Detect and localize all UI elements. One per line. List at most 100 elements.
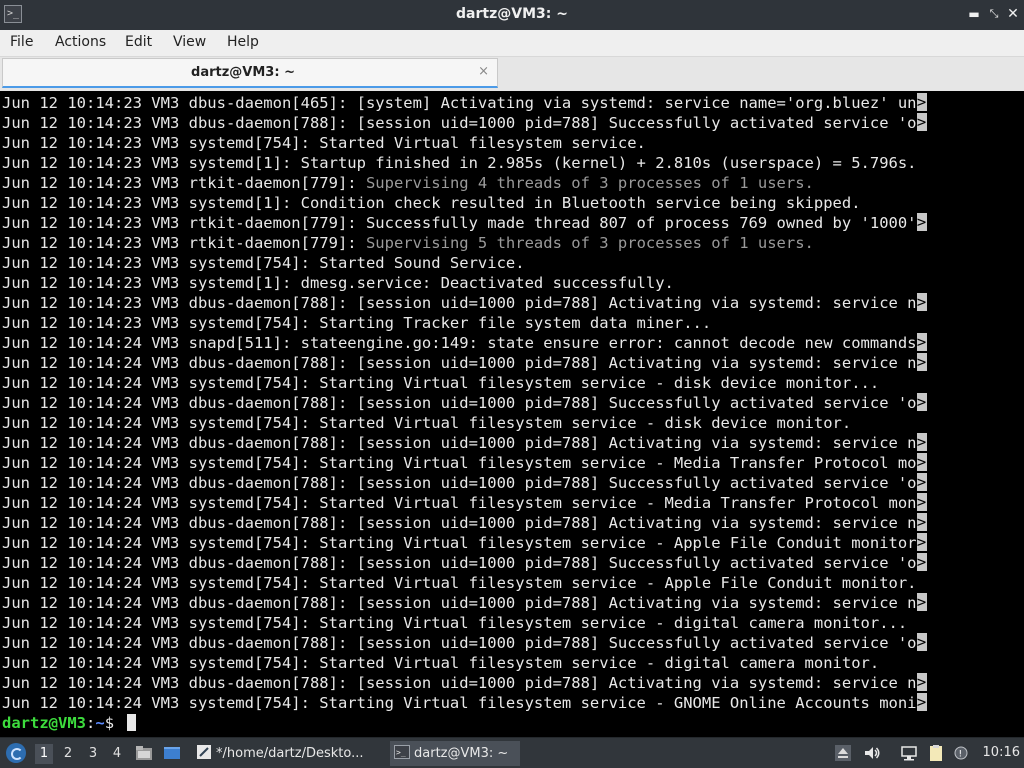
terminal-line-text: Jun 12 10:14:23 VM3 systemd[1]: Startup … <box>2 154 917 172</box>
terminal-line: Jun 12 10:14:24 VM3 dbus-daemon[788]: [s… <box>2 553 927 573</box>
show-desktop-icon[interactable] <box>163 744 181 762</box>
terminal-line-text: Jun 12 10:14:23 VM3 systemd[1]: dmesg.se… <box>2 274 674 292</box>
terminal-line: Jun 12 10:14:24 VM3 systemd[754]: Starte… <box>2 413 927 433</box>
menu-file[interactable]: File <box>10 34 33 50</box>
menu-actions[interactable]: Actions <box>55 34 106 50</box>
terminal-line-text: Jun 12 10:14:24 VM3 systemd[754]: Starte… <box>2 494 917 512</box>
terminal-line: Jun 12 10:14:23 VM3 systemd[754]: Starte… <box>2 133 927 153</box>
taskbar-clock[interactable]: 10:16 <box>983 745 1020 760</box>
menu-view[interactable]: View <box>173 34 206 50</box>
terminal-line-text: Jun 12 10:14:24 VM3 dbus-daemon[788]: [s… <box>2 674 917 692</box>
terminal-line-text: Jun 12 10:14:23 VM3 systemd[754]: Starte… <box>2 254 525 272</box>
tab-close-icon[interactable]: × <box>478 64 489 79</box>
terminal-line-text: Jun 12 10:14:24 VM3 systemd[754]: Starti… <box>2 614 908 632</box>
prompt-path: ~ <box>95 714 105 732</box>
terminal-line: Jun 12 10:14:24 VM3 systemd[754]: Starti… <box>2 613 927 633</box>
line-truncated-marker: > <box>916 393 927 411</box>
terminal-line: Jun 12 10:14:23 VM3 dbus-daemon[465]: [s… <box>2 93 927 113</box>
prompt-line[interactable]: dartz@VM3:~$ <box>2 713 927 733</box>
tab-label: dartz@VM3: ~ <box>191 65 295 80</box>
terminal-line: Jun 12 10:14:24 VM3 systemd[754]: Starti… <box>2 373 927 393</box>
svg-text:>_: >_ <box>396 748 406 757</box>
line-truncated-marker: > <box>916 473 927 491</box>
terminal-line-text: Jun 12 10:14:23 VM3 systemd[754]: Starti… <box>2 314 712 332</box>
menu-edit[interactable]: Edit <box>125 34 152 50</box>
terminal-lines: Jun 12 10:14:23 VM3 dbus-daemon[465]: [s… <box>2 93 927 733</box>
terminal-line-text: Jun 12 10:14:24 VM3 systemd[754]: Starti… <box>2 374 880 392</box>
tab-bar: dartz@VM3: ~ × <box>0 57 1024 91</box>
maximize-icon[interactable]: ⤡ <box>986 6 1002 22</box>
taskbar-task-terminal[interactable]: >_ dartz@VM3: ~ <box>390 741 520 766</box>
terminal-line: Jun 12 10:14:24 VM3 dbus-daemon[788]: [s… <box>2 353 927 373</box>
text-cursor <box>127 714 137 731</box>
terminal-line: Jun 12 10:14:24 VM3 dbus-daemon[788]: [s… <box>2 673 927 693</box>
taskbar-task-label: dartz@VM3: ~ <box>414 746 509 761</box>
line-truncated-marker: > <box>916 293 927 311</box>
terminal-line-text: Jun 12 10:14:24 VM3 systemd[754]: Starte… <box>2 654 880 672</box>
tab-terminal[interactable]: dartz@VM3: ~ × <box>2 58 498 88</box>
volume-icon[interactable] <box>863 744 881 762</box>
svg-text:!: ! <box>959 750 963 760</box>
terminal-line-text: Jun 12 10:14:24 VM3 systemd[754]: Starti… <box>2 534 917 552</box>
minimize-icon[interactable]: ▬ <box>966 6 982 22</box>
prompt-user: dartz@VM3 <box>2 714 86 732</box>
prompt-separator: : <box>86 714 96 732</box>
line-truncated-marker: > <box>916 593 927 611</box>
terminal-line: Jun 12 10:14:23 VM3 systemd[754]: Starti… <box>2 313 927 333</box>
line-truncated-marker: > <box>916 693 927 711</box>
file-manager-icon[interactable] <box>135 744 153 762</box>
start-menu-icon[interactable] <box>6 743 26 763</box>
terminal-line: Jun 12 10:14:23 VM3 dbus-daemon[788]: [s… <box>2 113 927 133</box>
terminal-line-text: Jun 12 10:14:23 VM3 dbus-daemon[788]: [s… <box>2 114 917 132</box>
terminal-line-text: Jun 12 10:14:24 VM3 systemd[754]: Starti… <box>2 454 917 472</box>
workspace-1[interactable]: 1 <box>35 744 53 764</box>
terminal-line-text: Jun 12 10:14:24 VM3 dbus-daemon[788]: [s… <box>2 594 917 612</box>
terminal-line: Jun 12 10:14:23 VM3 systemd[754]: Starte… <box>2 253 927 273</box>
terminal-line-text: Jun 12 10:14:24 VM3 dbus-daemon[788]: [s… <box>2 634 917 652</box>
terminal-line-text: Jun 12 10:14:24 VM3 dbus-daemon[788]: [s… <box>2 474 917 492</box>
line-truncated-marker: > <box>916 113 927 131</box>
terminal-line-text: Jun 12 10:14:23 VM3 rtkit-daemon[779]: <box>2 174 366 192</box>
terminal-line: Jun 12 10:14:24 VM3 dbus-daemon[788]: [s… <box>2 433 927 453</box>
eject-icon[interactable] <box>834 744 852 762</box>
menubar: File Actions Edit View Help <box>0 30 1024 57</box>
terminal-line-text: Jun 12 10:14:24 VM3 dbus-daemon[788]: [s… <box>2 434 917 452</box>
taskbar-task-editor[interactable]: */home/dartz/Deskto... <box>192 741 382 766</box>
line-truncated-marker: > <box>916 333 927 351</box>
terminal-line-text: Jun 12 10:14:24 VM3 dbus-daemon[788]: [s… <box>2 514 917 532</box>
terminal-line-text: Jun 12 10:14:23 VM3 dbus-daemon[788]: [s… <box>2 294 917 312</box>
terminal-line: Jun 12 10:14:23 VM3 rtkit-daemon[779]: S… <box>2 233 927 253</box>
line-truncated-marker: > <box>916 673 927 691</box>
terminal-line: Jun 12 10:14:23 VM3 systemd[1]: Conditio… <box>2 193 927 213</box>
terminal-line: Jun 12 10:14:24 VM3 snapd[511]: stateeng… <box>2 333 927 353</box>
terminal-output[interactable]: Jun 12 10:14:23 VM3 dbus-daemon[465]: [s… <box>0 91 1024 737</box>
clipboard-icon[interactable] <box>927 744 945 762</box>
terminal-scrollbar[interactable] <box>1016 93 1022 733</box>
line-truncated-marker: > <box>916 433 927 451</box>
terminal-line-text: Jun 12 10:14:23 VM3 rtkit-daemon[779]: S… <box>2 214 917 232</box>
terminal-line-text: Jun 12 10:14:23 VM3 dbus-daemon[465]: [s… <box>2 94 917 112</box>
window-titlebar[interactable]: >_ dartz@VM3: ~ ▬ ⤡ ✕ <box>0 0 1024 30</box>
terminal-line-dim-text: Supervising 4 threads of 3 processes of … <box>365 174 814 192</box>
terminal-line-text: Jun 12 10:14:24 VM3 systemd[754]: Starte… <box>2 414 852 432</box>
terminal-line: Jun 12 10:14:24 VM3 dbus-daemon[788]: [s… <box>2 473 927 493</box>
terminal-line: Jun 12 10:14:24 VM3 dbus-daemon[788]: [s… <box>2 593 927 613</box>
notification-icon[interactable]: ! <box>952 744 970 762</box>
terminal-line-text: Jun 12 10:14:23 VM3 rtkit-daemon[779]: <box>2 234 366 252</box>
terminal-line: Jun 12 10:14:24 VM3 systemd[754]: Starti… <box>2 693 927 713</box>
network-icon[interactable] <box>900 744 918 762</box>
line-truncated-marker: > <box>916 513 927 531</box>
workspace-4[interactable]: 4 <box>108 744 126 764</box>
workspace-2[interactable]: 2 <box>59 744 77 764</box>
terminal-line-text: Jun 12 10:14:23 VM3 systemd[1]: Conditio… <box>2 194 861 212</box>
window-title: dartz@VM3: ~ <box>456 6 568 22</box>
close-icon[interactable]: ✕ <box>1005 6 1021 22</box>
taskbar: 1 2 3 4 */home/dartz/Deskto... >_ dartz@V… <box>0 737 1024 768</box>
terminal-line: Jun 12 10:14:24 VM3 systemd[754]: Starte… <box>2 653 927 673</box>
terminal-line: Jun 12 10:14:24 VM3 systemd[754]: Starti… <box>2 533 927 553</box>
workspace-3[interactable]: 3 <box>84 744 102 764</box>
terminal-line: Jun 12 10:14:24 VM3 dbus-daemon[788]: [s… <box>2 633 927 653</box>
terminal-line-text: Jun 12 10:14:24 VM3 systemd[754]: Starti… <box>2 694 917 712</box>
terminal-line: Jun 12 10:14:23 VM3 rtkit-daemon[779]: S… <box>2 173 927 193</box>
menu-help[interactable]: Help <box>227 34 259 50</box>
